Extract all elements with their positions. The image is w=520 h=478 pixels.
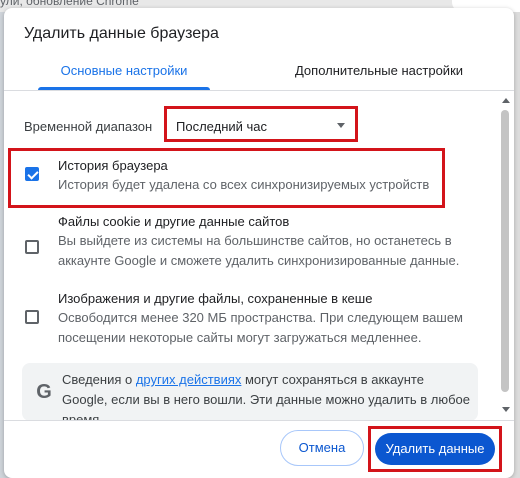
dialog-title: Удалить данные браузера (24, 25, 219, 42)
tab-bar: Основные настройки Дополнительные настро… (4, 60, 514, 100)
option-title: Изображения и другие файлы, сохраненные … (58, 291, 373, 306)
google-g-icon: G (36, 381, 52, 403)
info-text-start: Сведения о (62, 372, 136, 387)
delete-data-button[interactable]: Удалить данные (375, 433, 495, 465)
info-text: Сведения о других действиях могут сохран… (62, 370, 472, 421)
cancel-button[interactable]: Отмена (280, 430, 364, 466)
info-box: G Сведения о других действиях могут сохр… (22, 363, 478, 421)
cache-checkbox[interactable] (25, 310, 39, 324)
time-range-label: Временной диапазон (24, 119, 153, 134)
time-range-value: Последний час (176, 119, 268, 134)
option-title: История браузера (58, 158, 168, 173)
scroll-thumb[interactable] (501, 110, 509, 392)
scrollbar[interactable] (498, 92, 512, 418)
option-description: История будет удалена со всех синхронизи… (58, 177, 430, 192)
clear-browsing-data-dialog: Удалить данные браузера Основные настрой… (4, 8, 514, 478)
option-description: Вы выйдете из системы на большинстве сай… (58, 233, 460, 268)
other-activity-link[interactable]: других действиях (136, 372, 242, 387)
scroll-down-arrow-icon[interactable] (502, 407, 510, 412)
background-text: ули, обновление Chrome (0, 0, 139, 8)
footer-divider (4, 420, 514, 421)
dropdown-arrow-icon (337, 123, 345, 128)
browsing-history-checkbox[interactable] (25, 167, 39, 181)
scroll-up-arrow-icon[interactable] (502, 98, 510, 103)
tabs-divider (4, 90, 514, 91)
active-tab-indicator (38, 87, 210, 90)
cookies-checkbox[interactable] (25, 240, 39, 254)
option-description: Освободится менее 320 МБ пространства. П… (58, 310, 463, 345)
option-title: Файлы cookie и другие данные сайтов (58, 214, 290, 229)
time-range-select[interactable]: Последний час (164, 106, 358, 142)
highlight-frame: Удалить данные (368, 426, 502, 472)
